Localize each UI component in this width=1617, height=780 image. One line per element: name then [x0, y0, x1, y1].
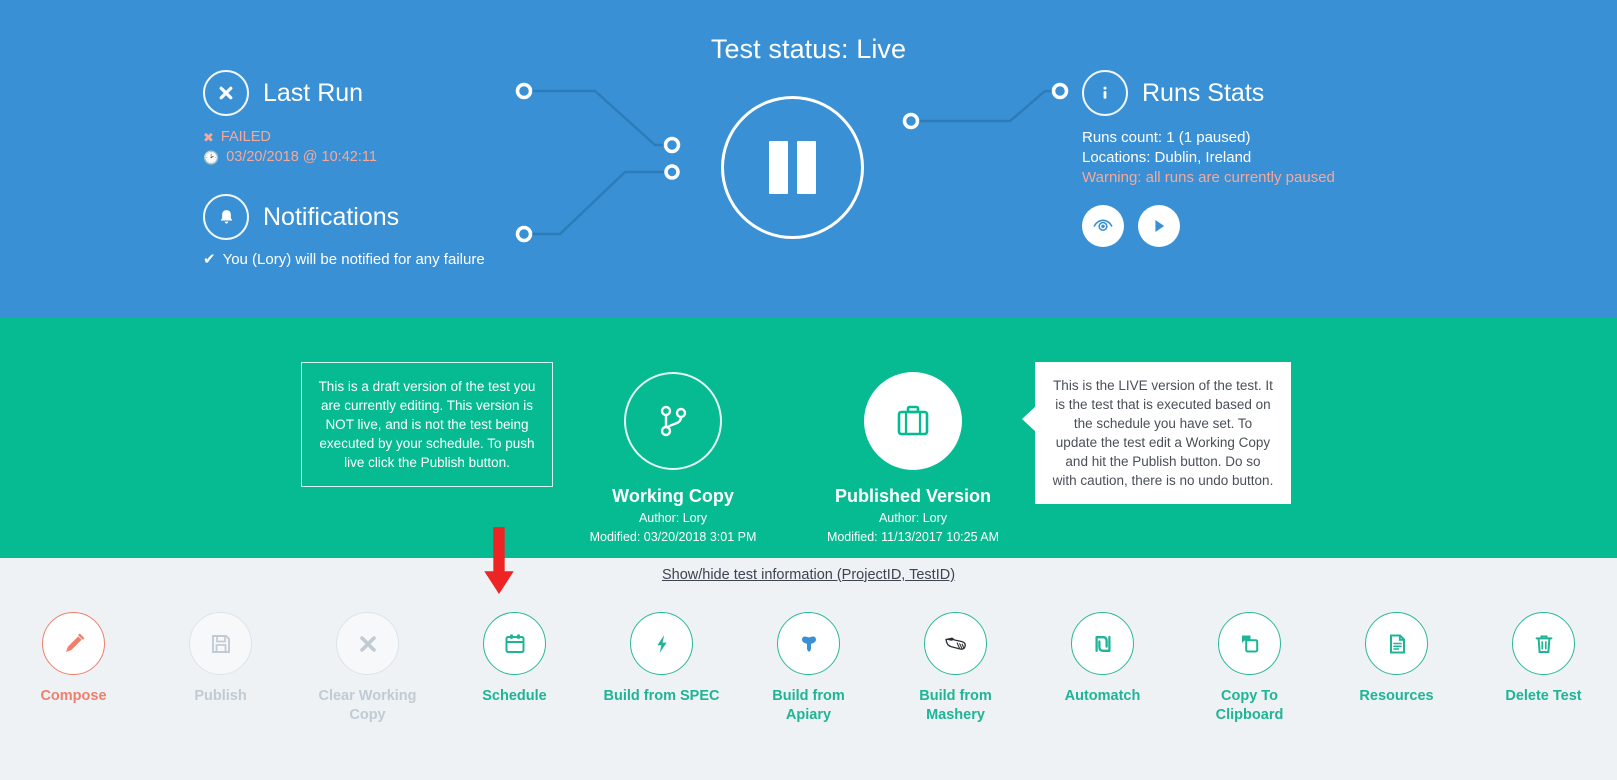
published-version-tooltip: This is the LIVE version of the test. It…: [1022, 362, 1291, 504]
apiary-icon: [777, 612, 840, 675]
last-run-details: ✖ FAILED 🕑 03/20/2018 @ 10:42:11: [203, 127, 377, 167]
copy-to-clipboard-button[interactable]: Copy To Clipboard: [1176, 612, 1323, 725]
last-run-title: Last Run: [263, 78, 364, 107]
published-version-card[interactable]: Published Version Author: Lory Modified:…: [783, 372, 1043, 545]
pause-bar-left: [769, 141, 788, 194]
schedule-button[interactable]: Schedule: [441, 612, 588, 725]
runs-warning: Warning: all runs are currently paused: [1082, 169, 1335, 186]
working-copy-tooltip: This is a draft version of the test you …: [301, 362, 553, 487]
working-copy-author: Author: Lory: [638, 511, 708, 525]
show-hide-test-info-link[interactable]: Show/hide test information (ProjectID, T…: [0, 567, 1617, 583]
document-icon: [1365, 612, 1428, 675]
working-copy-card[interactable]: Working Copy Author: Lory Modified: 03/2…: [543, 372, 803, 545]
runs-stats-details: Runs count: 1 (1 paused) Locations: Dubl…: [1082, 128, 1335, 188]
delete-test-label: Delete Test: [1505, 688, 1582, 704]
build-from-spec-label: Build from SPEC: [603, 688, 720, 704]
notifications-header: Notifications: [203, 194, 399, 240]
automatch-label: Automatch: [1064, 688, 1141, 704]
cross-mark-icon: ✖: [203, 129, 214, 145]
clock-icon: 🕑: [203, 149, 220, 165]
compose-label: Compose: [40, 688, 107, 704]
play-icon[interactable]: [1138, 205, 1180, 247]
bolt-icon: [630, 612, 693, 675]
clear-working-copy-button[interactable]: Clear Working Copy: [294, 612, 441, 725]
action-toolbar: Compose Publish Clear Working Copy Sched…: [0, 612, 1617, 725]
branch-icon[interactable]: [624, 372, 722, 470]
build-from-mashery-label: Build from Mashery: [919, 688, 992, 723]
copy-icon: [1218, 612, 1281, 675]
build-from-spec-button[interactable]: Build from SPEC: [588, 612, 735, 725]
schedule-label: Schedule: [482, 688, 547, 704]
notifications-message-row: ✔ You (Lory) will be notified for any fa…: [203, 250, 485, 269]
mashery-icon: [924, 612, 987, 675]
build-from-mashery-button[interactable]: Build from Mashery: [882, 612, 1029, 725]
build-from-apiary-label: Build from Apiary: [772, 688, 845, 723]
eye-icon[interactable]: [1082, 205, 1124, 247]
pause-button[interactable]: [721, 96, 864, 239]
working-copy-title: Working Copy: [612, 486, 734, 506]
pencil-icon: [42, 612, 105, 675]
last-run-result: FAILED: [220, 129, 271, 145]
runs-stats-header: Runs Stats: [1082, 70, 1264, 116]
delete-test-button[interactable]: Delete Test: [1470, 612, 1617, 725]
runs-count: Runs count: 1 (1 paused): [1082, 129, 1251, 146]
briefcase-icon[interactable]: [864, 372, 962, 470]
published-version-author: Author: Lory: [878, 511, 948, 525]
resources-label: Resources: [1359, 688, 1434, 704]
red-down-arrow-annotation: [484, 527, 514, 594]
publish-label: Publish: [194, 688, 247, 704]
automatch-button[interactable]: Automatch: [1029, 612, 1176, 725]
publish-button[interactable]: Publish: [147, 612, 294, 725]
info-icon: [1082, 70, 1128, 116]
last-run-header: Last Run: [203, 70, 363, 116]
bell-icon: [203, 194, 249, 240]
trash-icon: [1512, 612, 1575, 675]
x-icon: [336, 612, 399, 675]
published-version-modified: Modified: 11/13/2017 10:25 AM: [826, 530, 1000, 544]
last-run-timestamp: 03/20/2018 @ 10:42:11: [226, 149, 377, 165]
x-circle-icon: [203, 70, 249, 116]
runs-locations: Locations: Dublin, Ireland: [1082, 149, 1252, 166]
published-version-title: Published Version: [834, 486, 992, 506]
notifications-message: You (Lory) will be notified for any fail…: [222, 250, 485, 268]
compose-button[interactable]: Compose: [0, 612, 147, 725]
runs-stats-actions: [1082, 205, 1180, 247]
pause-bar-right: [797, 141, 816, 194]
runs-stats-title: Runs Stats: [1142, 78, 1265, 107]
copy-to-clipboard-label: Copy To Clipboard: [1215, 688, 1284, 723]
working-copy-modified: Modified: 03/20/2018 3:01 PM: [589, 530, 757, 544]
notifications-title: Notifications: [263, 202, 400, 231]
check-icon: ✔: [203, 251, 216, 268]
shekel-icon: [1071, 612, 1134, 675]
save-icon: [189, 612, 252, 675]
status-panel: Test status: Live Last Run ✖ FAILED 🕑 03…: [0, 0, 1617, 318]
build-from-apiary-button[interactable]: Build from Apiary: [735, 612, 882, 725]
clear-working-copy-label: Clear Working Copy: [318, 688, 417, 723]
resources-button[interactable]: Resources: [1323, 612, 1470, 725]
test-overview-page: Test status: Live Last Run ✖ FAILED 🕑 03…: [0, 0, 1617, 780]
